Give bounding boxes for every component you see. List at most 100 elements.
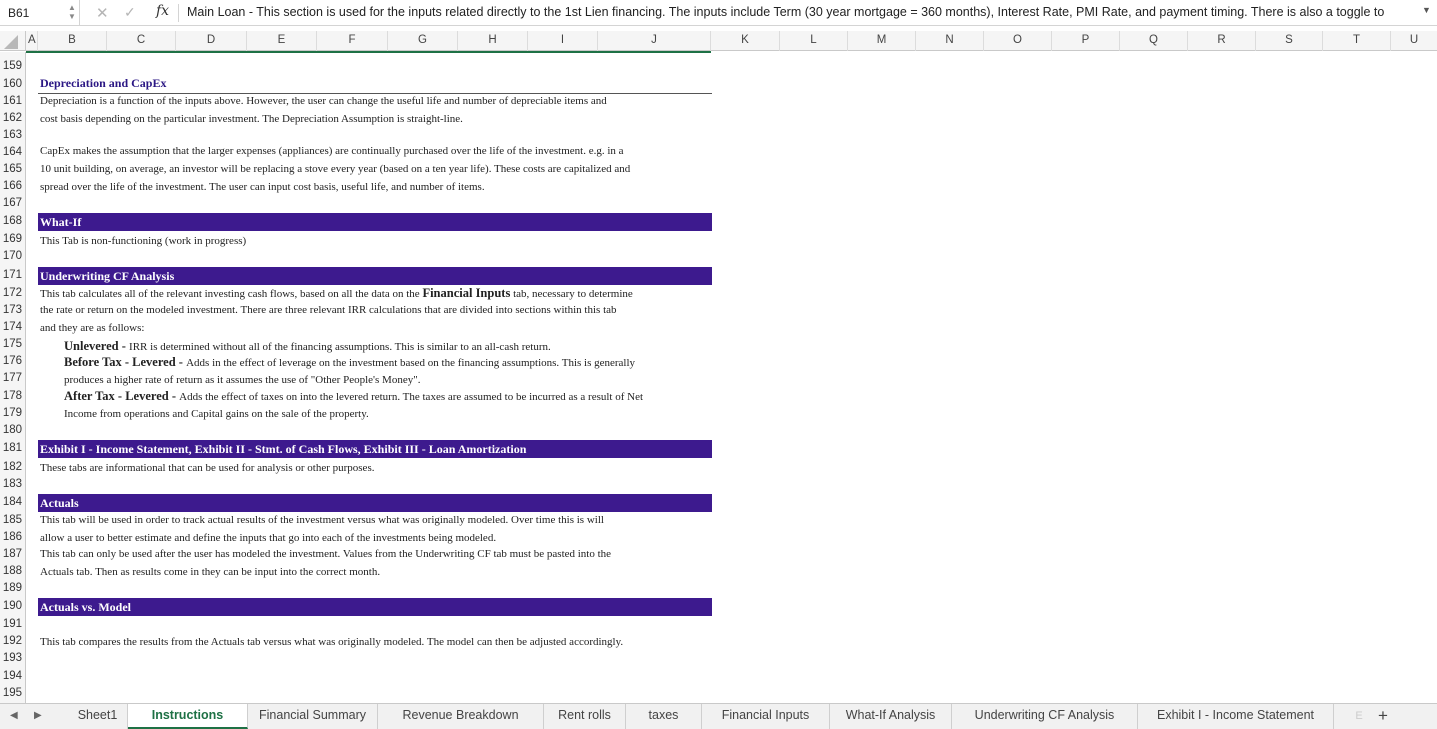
row-header[interactable]: 163 xyxy=(0,127,26,144)
row-header[interactable]: 189 xyxy=(0,580,26,597)
row-header[interactable]: 161 xyxy=(0,93,26,110)
tab-exhibit-i-income-statement[interactable]: Exhibit I - Income Statement xyxy=(1138,704,1334,729)
column-header-i[interactable]: I xyxy=(528,31,598,51)
name-box-stepper-icon[interactable]: ▲ ▼ xyxy=(68,3,76,21)
row-header[interactable]: 185 xyxy=(0,512,26,529)
add-sheet-icon[interactable]: + xyxy=(1378,706,1388,726)
row-header[interactable]: 169 xyxy=(0,231,26,248)
tab-taxes[interactable]: taxes xyxy=(626,704,702,729)
expand-formula-bar-icon[interactable]: ▼ xyxy=(1422,5,1431,15)
row-header[interactable]: 172 xyxy=(0,285,26,302)
row-header[interactable]: 178 xyxy=(0,388,26,405)
tab-financial-inputs[interactable]: Financial Inputs xyxy=(702,704,830,729)
row-header[interactable]: 175 xyxy=(0,336,26,353)
row-header[interactable]: 190 xyxy=(0,598,26,615)
tab-instructions[interactable]: Instructions xyxy=(128,704,248,729)
row-header[interactable]: 171 xyxy=(0,267,26,284)
row-header[interactable]: 182 xyxy=(0,459,26,476)
after-tax-levered-description-cont: Income from operations and Capital gains… xyxy=(64,408,369,420)
after-tax-levered-label: After Tax - Levered - xyxy=(64,389,180,403)
column-header-l[interactable]: L xyxy=(780,31,848,51)
row-header[interactable]: 181 xyxy=(0,440,26,457)
tab-financial-summary[interactable]: Financial Summary xyxy=(248,704,378,729)
unlevered-item: Unlevered - IRR is determined without al… xyxy=(64,339,551,354)
row-header[interactable]: 195 xyxy=(0,685,26,702)
tab-what-if-analysis[interactable]: What-If Analysis xyxy=(830,704,952,729)
column-header-q[interactable]: Q xyxy=(1120,31,1188,51)
before-tax-levered-description-cont: produces a higher rate of return as it a… xyxy=(64,374,421,386)
column-header-a[interactable]: A xyxy=(26,31,38,51)
tab-sheet1[interactable]: Sheet1 xyxy=(68,704,128,729)
select-all-icon xyxy=(4,35,18,49)
row-headers: 159 160 161 162 163 164 165 166 167 168 … xyxy=(0,52,26,703)
row-header[interactable]: 170 xyxy=(0,248,26,265)
selected-cell-indicator xyxy=(26,51,711,53)
column-header-d[interactable]: D xyxy=(176,31,247,51)
row-header[interactable]: 188 xyxy=(0,563,26,580)
column-header-f[interactable]: F xyxy=(317,31,388,51)
column-header-e[interactable]: E xyxy=(247,31,317,51)
tab-overflow[interactable]: E xyxy=(1352,706,1366,726)
column-header-n[interactable]: N xyxy=(916,31,984,51)
row-header[interactable]: 162 xyxy=(0,110,26,127)
after-tax-levered-item: After Tax - Levered - Adds the effect of… xyxy=(64,389,643,404)
section-title-depreciation: Depreciation and CapEx xyxy=(40,76,167,90)
tab-revenue-breakdown[interactable]: Revenue Breakdown xyxy=(378,704,544,729)
next-sheet-icon[interactable]: ▶ xyxy=(34,710,42,721)
row-header[interactable]: 159 xyxy=(0,58,26,75)
row-header[interactable]: 173 xyxy=(0,302,26,319)
row-header[interactable]: 160 xyxy=(0,76,26,93)
depreciation-text: cost basis depending on the particular i… xyxy=(40,113,463,125)
column-header-g[interactable]: G xyxy=(388,31,458,51)
actuals-text: Actuals tab. Then as results come in the… xyxy=(40,566,381,578)
actuals-text: This tab will be used in order to track … xyxy=(40,514,604,526)
sheet-grid[interactable]: 159 160 161 162 163 164 165 166 167 168 … xyxy=(0,52,1437,703)
row-header[interactable]: 165 xyxy=(0,161,26,178)
underwriting-text-part: This tab calculates all of the relevant … xyxy=(40,288,423,300)
row-header[interactable]: 174 xyxy=(0,319,26,336)
capex-text: spread over the life of the investment. … xyxy=(40,181,485,193)
tab-underwriting-cf-analysis[interactable]: Underwriting CF Analysis xyxy=(952,704,1138,729)
row-header[interactable]: 167 xyxy=(0,195,26,212)
column-header-k[interactable]: K xyxy=(711,31,780,51)
column-header-o[interactable]: O xyxy=(984,31,1052,51)
row-header[interactable]: 164 xyxy=(0,144,26,161)
capex-text: CapEx makes the assumption that the larg… xyxy=(40,145,624,157)
column-header-j[interactable]: J xyxy=(598,31,711,51)
row-header[interactable]: 166 xyxy=(0,178,26,195)
row-header[interactable]: 193 xyxy=(0,650,26,667)
underwriting-text: This tab calculates all of the relevant … xyxy=(40,286,633,301)
cancel-icon[interactable]: ✕ xyxy=(96,4,109,22)
underwriting-text: the rate or return on the modeled invest… xyxy=(40,304,617,316)
column-header-h[interactable]: H xyxy=(458,31,528,51)
before-tax-levered-description: Adds in the effect of leverage on the in… xyxy=(186,357,636,369)
insert-function-icon[interactable]: fx xyxy=(156,3,169,19)
row-header[interactable]: 179 xyxy=(0,405,26,422)
formula-bar-divider xyxy=(178,4,179,22)
column-header-m[interactable]: M xyxy=(848,31,916,51)
row-header[interactable]: 191 xyxy=(0,616,26,633)
column-header-u[interactable]: U xyxy=(1391,31,1437,51)
actuals-vs-model-text: This tab compares the results from the A… xyxy=(40,636,624,648)
column-header-p[interactable]: P xyxy=(1052,31,1120,51)
enter-icon[interactable]: ✓ xyxy=(124,4,136,21)
tab-rent-rolls[interactable]: Rent rolls xyxy=(544,704,626,729)
row-header[interactable]: 183 xyxy=(0,476,26,493)
column-header-t[interactable]: T xyxy=(1323,31,1391,51)
row-header[interactable]: 194 xyxy=(0,668,26,685)
row-header[interactable]: 176 xyxy=(0,353,26,370)
row-header[interactable]: 168 xyxy=(0,213,26,230)
column-header-c[interactable]: C xyxy=(107,31,176,51)
column-header-r[interactable]: R xyxy=(1188,31,1256,51)
row-header[interactable]: 184 xyxy=(0,494,26,511)
row-header[interactable]: 187 xyxy=(0,546,26,563)
row-header[interactable]: 177 xyxy=(0,370,26,387)
row-header[interactable]: 192 xyxy=(0,633,26,650)
column-header-s[interactable]: S xyxy=(1256,31,1323,51)
row-header[interactable]: 186 xyxy=(0,529,26,546)
select-all-button[interactable] xyxy=(0,31,26,51)
column-header-b[interactable]: B xyxy=(38,31,107,51)
formula-input[interactable]: Main Loan - This section is used for the… xyxy=(187,5,1412,19)
row-header[interactable]: 180 xyxy=(0,422,26,439)
previous-sheet-icon[interactable]: ◀ xyxy=(10,710,18,721)
